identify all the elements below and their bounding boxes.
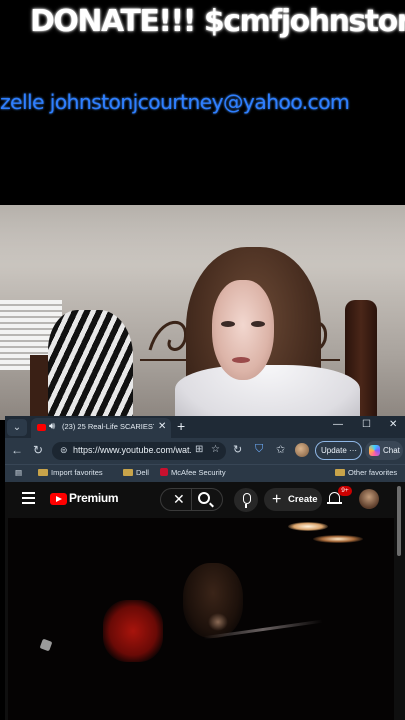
refresh-icon[interactable]: ↻ bbox=[33, 443, 43, 457]
speaker-icon[interactable]: 🔊︎ bbox=[49, 421, 55, 432]
extensions-icon[interactable]: ↻ bbox=[233, 443, 242, 456]
video-player[interactable] bbox=[8, 518, 394, 720]
minimize-button[interactable]: — bbox=[333, 419, 343, 430]
search-icon[interactable] bbox=[198, 492, 210, 504]
close-window-button[interactable]: ✕ bbox=[389, 419, 397, 430]
left-eye bbox=[221, 321, 235, 327]
mcafee-label: McAfee Security bbox=[171, 468, 226, 477]
create-label: Create bbox=[288, 494, 318, 505]
mcafee-icon bbox=[160, 468, 168, 476]
tab-close-icon[interactable]: ✕ bbox=[158, 421, 166, 432]
ceiling-light bbox=[313, 535, 363, 543]
address-toolbar: ← ↻ ⊜ https://www.youtube.com/wat... ⊞ ☆… bbox=[5, 438, 405, 464]
light-spot bbox=[39, 638, 53, 652]
clear-search-icon[interactable]: ✕ bbox=[173, 491, 185, 508]
plus-icon: + bbox=[272, 491, 282, 508]
youtube-favicon-icon bbox=[37, 424, 46, 431]
person-face bbox=[212, 280, 274, 380]
menu-icon[interactable] bbox=[22, 492, 35, 507]
youtube-logo-icon[interactable] bbox=[50, 493, 67, 505]
person-shirt bbox=[175, 365, 360, 420]
import-favorites-link[interactable]: Import favorites bbox=[38, 468, 103, 477]
maximize-button[interactable]: ☐ bbox=[362, 419, 371, 430]
donate-text: DONATE!!! $cmfjohnston bbox=[30, 4, 405, 39]
favorites-bar: ▤ Import favorites Dell McAfee Security … bbox=[5, 464, 405, 482]
tab-strip: ⌄ 🔊︎ (23) 25 Real-Life SCARIEST Gh ✕ + —… bbox=[5, 416, 405, 438]
dell-label: Dell bbox=[136, 468, 149, 477]
favorite-star-icon[interactable]: ☆ bbox=[211, 444, 220, 455]
folder-icon bbox=[38, 469, 48, 476]
profile-avatar[interactable] bbox=[295, 443, 309, 457]
ceiling-light bbox=[288, 522, 328, 531]
youtube-header: Premium ✕ + Create 9+ bbox=[5, 482, 405, 518]
tab-title: (23) 25 Real-Life SCARIEST Gh bbox=[62, 422, 154, 431]
browser-window: ⌄ 🔊︎ (23) 25 Real-Life SCARIEST Gh ✕ + —… bbox=[5, 416, 405, 720]
favorites-bar-icon[interactable]: ▤ bbox=[15, 468, 22, 477]
webcam-feed bbox=[0, 205, 405, 420]
import-favorites-label: Import favorites bbox=[51, 468, 103, 477]
update-label: Update bbox=[321, 446, 347, 455]
copilot-chat-button[interactable]: Chat bbox=[365, 441, 403, 460]
collections-icon[interactable]: ✩ bbox=[276, 443, 285, 456]
search-box[interactable]: ✕ bbox=[160, 488, 223, 511]
url-text[interactable]: https://www.youtube.com/wat... bbox=[73, 445, 191, 455]
copilot-icon bbox=[369, 445, 380, 456]
zebra-print-fabric bbox=[48, 310, 133, 420]
app-available-icon[interactable]: ⊞ bbox=[195, 444, 203, 455]
lips bbox=[232, 357, 250, 363]
red-glow bbox=[103, 600, 163, 662]
tab-youtube[interactable]: 🔊︎ (23) 25 Real-Life SCARIEST Gh ✕ bbox=[31, 418, 171, 438]
wall-shadow bbox=[0, 205, 405, 265]
browser-essentials-icon[interactable]: ⛉ bbox=[255, 443, 263, 456]
account-avatar[interactable] bbox=[359, 489, 379, 509]
other-favorites-label: Other favorites bbox=[348, 468, 398, 477]
update-button[interactable]: Update ··· bbox=[315, 441, 362, 460]
new-tab-button[interactable]: + bbox=[177, 418, 185, 434]
back-arrow-icon[interactable]: ← bbox=[11, 443, 23, 457]
page-scrollbar[interactable] bbox=[397, 486, 401, 556]
search-divider bbox=[191, 489, 192, 510]
folder-icon bbox=[123, 469, 133, 476]
notification-badge: 9+ bbox=[338, 486, 352, 496]
other-favorites-folder[interactable]: Other favorites bbox=[335, 468, 397, 477]
microphone-icon[interactable] bbox=[234, 488, 258, 512]
create-button[interactable]: + Create bbox=[264, 488, 322, 511]
donation-banner: DONATE!!! $cmfjohnston zelle johnstonjco… bbox=[0, 0, 405, 205]
right-eye bbox=[251, 321, 265, 327]
face-highlight bbox=[208, 613, 228, 631]
youtube-brand[interactable]: Premium bbox=[69, 491, 119, 505]
folder-icon bbox=[335, 469, 345, 476]
url-bar[interactable]: ⊜ https://www.youtube.com/wat... ⊞ ☆ bbox=[52, 442, 226, 460]
zelle-text: zelle johnstonjcourtney@yahoo.com bbox=[0, 90, 350, 114]
more-options-icon: ··· bbox=[349, 446, 358, 455]
mcafee-link[interactable]: McAfee Security bbox=[160, 468, 226, 477]
dell-folder[interactable]: Dell bbox=[123, 468, 149, 477]
chat-label: Chat bbox=[383, 446, 400, 455]
tab-actions-button[interactable]: ⌄ bbox=[7, 419, 27, 436]
site-info-icon[interactable]: ⊜ bbox=[60, 445, 68, 456]
